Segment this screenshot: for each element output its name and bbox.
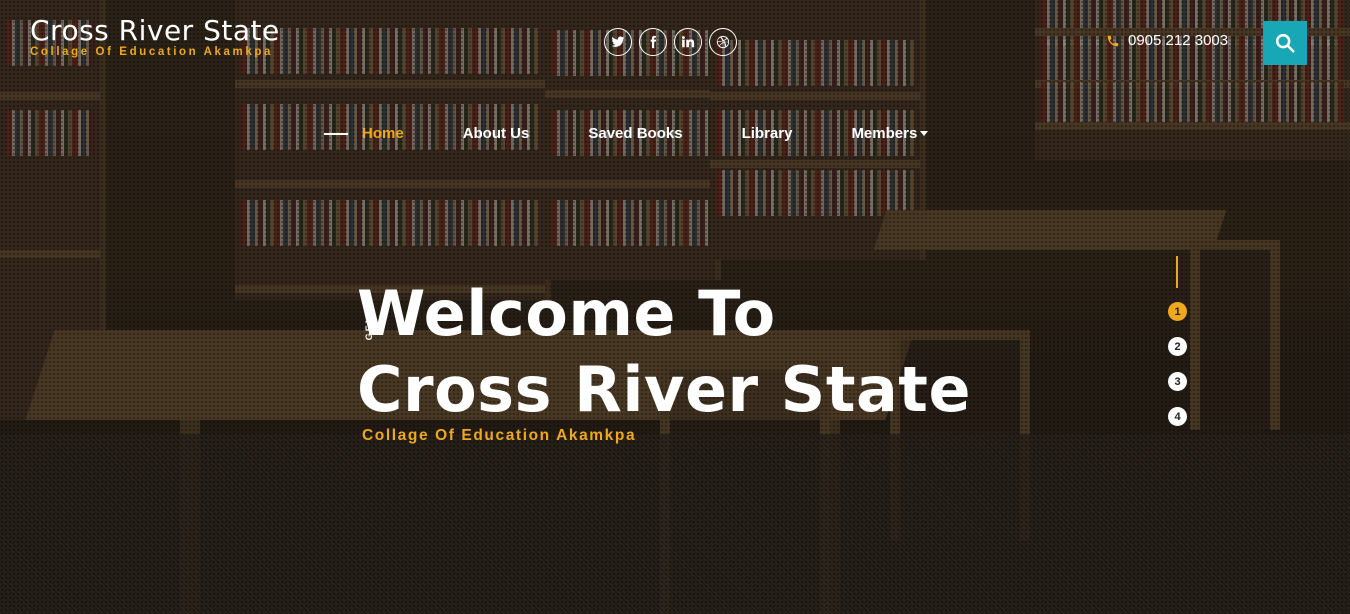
linkedin-icon[interactable] bbox=[674, 28, 702, 56]
slide-pager: 1 2 3 4 bbox=[1168, 302, 1187, 426]
nav-item-library[interactable]: Library bbox=[742, 125, 793, 142]
hero-subtitle: Collage Of Education Akamkpa bbox=[362, 427, 637, 444]
search-icon bbox=[1275, 33, 1295, 53]
hero-title-line2: Cross River State bbox=[357, 353, 971, 426]
pager-dot-4[interactable]: 4 bbox=[1168, 407, 1187, 426]
brand-title: Cross River State bbox=[30, 14, 280, 47]
twitter-icon[interactable] bbox=[604, 28, 632, 56]
pager-dot-3[interactable]: 3 bbox=[1168, 372, 1187, 391]
nav-active-indicator bbox=[324, 132, 348, 135]
hero-title: Welcome To Cross River State bbox=[357, 276, 971, 428]
phone-number: 0905 212 3003 bbox=[1128, 32, 1229, 49]
phone-icon bbox=[1107, 35, 1119, 46]
brand-logo[interactable]: Cross River State Collage Of Education A… bbox=[30, 14, 280, 58]
facebook-icon[interactable] bbox=[639, 28, 667, 56]
nav-item-home[interactable]: Home bbox=[362, 125, 404, 142]
phone-contact[interactable]: 0905 212 3003 bbox=[1106, 32, 1228, 49]
nav-item-members-label: Members bbox=[851, 125, 918, 142]
pager-line bbox=[1176, 256, 1178, 288]
nav-item-about-us[interactable]: About Us bbox=[463, 125, 530, 142]
search-button[interactable] bbox=[1263, 21, 1307, 65]
social-links bbox=[604, 28, 737, 56]
chevron-down-icon bbox=[920, 131, 929, 136]
pager-dot-2[interactable]: 2 bbox=[1168, 337, 1187, 356]
dribbble-icon[interactable] bbox=[709, 28, 737, 56]
hero-title-line1: Welcome To bbox=[357, 277, 776, 350]
nav-item-saved-books[interactable]: Saved Books bbox=[588, 125, 682, 142]
nav-item-members[interactable]: Members bbox=[851, 125, 929, 142]
brand-subtitle: Collage Of Education Akamkpa bbox=[30, 46, 273, 58]
main-nav: Home About Us Saved Books Library Member… bbox=[324, 125, 929, 142]
pager-dot-1[interactable]: 1 bbox=[1168, 302, 1187, 321]
